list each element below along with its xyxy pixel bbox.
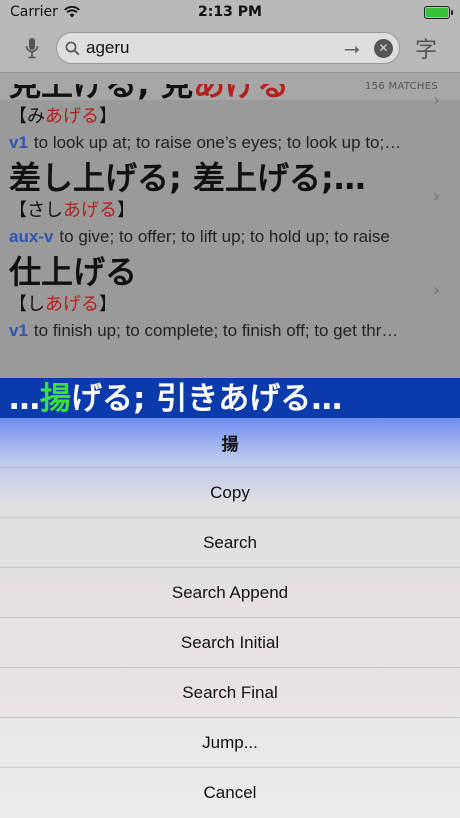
microphone-icon [25, 38, 39, 59]
search-icon [65, 41, 80, 55]
jump-button[interactable]: Jump... [0, 718, 460, 768]
list-item[interactable]: 差し上げる; 差上げる;… 【さしあげる】 aux-v to give; to o… [0, 158, 460, 250]
sheet-title: 揚 [0, 418, 460, 468]
status-left: Carrier [10, 4, 80, 20]
chevron-right-icon: › [432, 186, 440, 207]
selected-kanji: 揚 [40, 381, 71, 417]
search-append-button[interactable]: Search Append [0, 568, 460, 618]
kanji-button[interactable]: 字 [400, 32, 452, 64]
microphone-button[interactable] [8, 28, 56, 68]
pos-tag: v1 [9, 133, 28, 152]
pos-tag: v1 [9, 321, 28, 340]
carrier-label: Carrier [10, 4, 58, 20]
results-list: 見上げる; 見あげる 【みあげる】 v1 to look up at; to ra… [0, 84, 460, 380]
arrow-right-icon[interactable]: ⭢ [336, 36, 368, 60]
entry-gloss: v1 to finish up; to complete; to finish o… [9, 321, 399, 340]
cancel-button[interactable]: Cancel [0, 768, 460, 818]
battery-icon [424, 5, 453, 19]
search-button[interactable]: Search [0, 518, 460, 568]
entry-gloss: aux-v to give; to offer; to lift up; to h… [9, 227, 390, 246]
list-item[interactable]: 見上げる; 見あげる 【みあげる】 v1 to look up at; to ra… [0, 84, 460, 156]
entry-reading: 【みあげる】 [9, 106, 117, 127]
search-initial-button[interactable]: Search Initial [0, 618, 460, 668]
wifi-icon [64, 6, 80, 18]
search-input[interactable] [86, 38, 330, 58]
copy-button[interactable]: Copy [0, 468, 460, 518]
entry-headword: 仕上げる [9, 253, 138, 291]
search-bar: ⭢ ✕ 字 [0, 24, 460, 72]
entry-headword: 差し上げる; 差上げる;… [9, 159, 366, 197]
pos-tag: aux-v [9, 227, 54, 246]
action-sheet: 揚 Copy Search Search Append Search Initi… [0, 418, 460, 818]
entry-headword: 見上げる; 見あげる [9, 84, 289, 103]
chevron-right-icon: › [432, 90, 440, 111]
status-bar: Carrier 2:13 PM [0, 0, 460, 24]
clear-icon[interactable]: ✕ [374, 38, 393, 58]
entry-gloss: v1 to look up at; to raise one’s eyes; to… [9, 133, 402, 152]
search-final-button[interactable]: Search Final [0, 668, 460, 718]
chevron-right-icon: › [432, 280, 440, 301]
list-item[interactable]: 仕上げる 【しあげる】 v1 to finish up; to complete;… [0, 252, 460, 344]
search-field[interactable]: ⭢ ✕ [56, 32, 400, 64]
selected-entry[interactable]: …揚げる; 引きあげる… [0, 378, 460, 420]
entry-reading: 【しあげる】 [9, 294, 117, 315]
entry-reading: 【さしあげる】 [9, 200, 135, 221]
